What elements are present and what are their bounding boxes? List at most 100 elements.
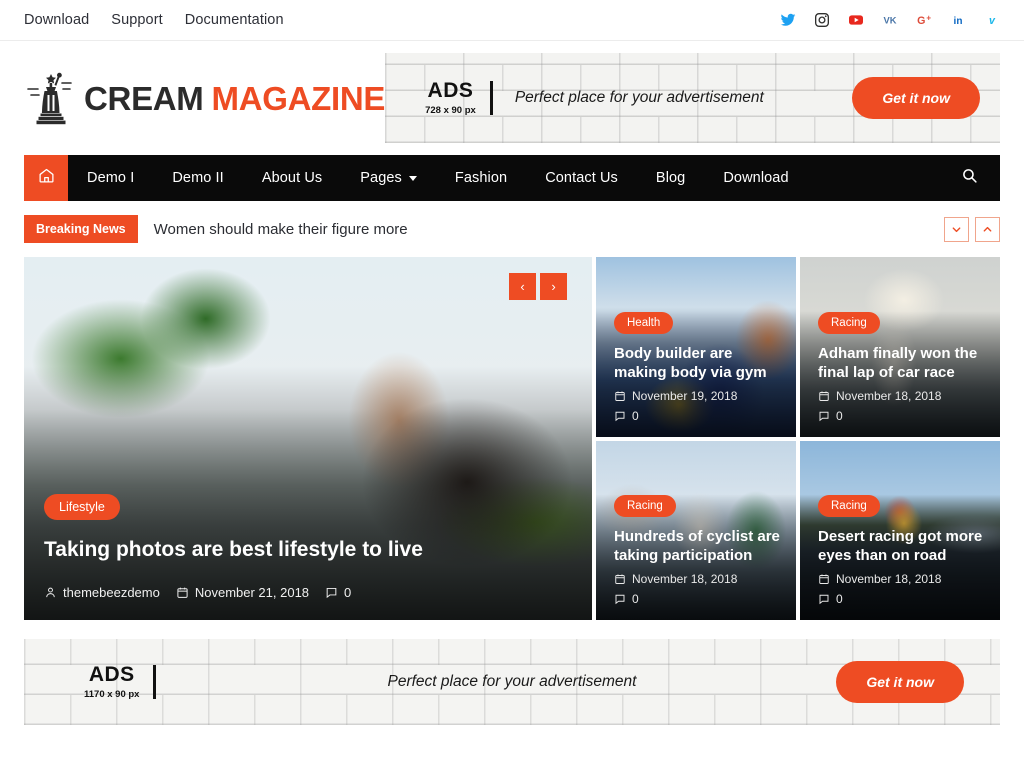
post-card[interactable]: Racing Hundreds of cyclist are taking pa…: [596, 440, 796, 620]
hero-post-meta: themebeezdemo November 21, 2018 0: [44, 585, 351, 600]
ad-tagline: Perfect place for your advertisement: [514, 89, 764, 106]
ad-size-badge: ADS 728 x 90 px: [425, 80, 476, 116]
ad-cta-button[interactable]: Get it now: [836, 661, 964, 703]
post-card-comment-count: 0: [632, 408, 639, 423]
nav-item-contact-us[interactable]: Contact Us: [526, 155, 637, 201]
nav-item-label: Fashion: [454, 170, 508, 186]
breaking-news-prev-button[interactable]: [944, 216, 969, 242]
svg-text:in: in: [954, 16, 963, 27]
nav-item-about-us[interactable]: About Us: [243, 155, 341, 201]
ad-divider: [489, 81, 493, 115]
google-plus-icon[interactable]: G +: [916, 12, 932, 28]
hero-date-text: November 21, 2018: [194, 585, 310, 600]
instagram-icon[interactable]: [814, 12, 830, 28]
side-cards-column: Health Body builder are making body via …: [596, 257, 1000, 620]
breaking-news-headline[interactable]: Women should make their figure more: [154, 221, 408, 238]
post-card-comments: 0: [818, 592, 941, 606]
post-card-category[interactable]: Health: [614, 311, 674, 334]
nav-item-label: Contact Us: [545, 170, 618, 186]
ad-cta-button[interactable]: Get it now: [852, 77, 980, 119]
ad-dimensions: 728 x 90 px: [425, 105, 476, 116]
post-card-date-text: November 18, 2018: [836, 572, 942, 586]
nav-item-label: About Us: [261, 170, 323, 186]
hero-author-name: themebeezdemo: [63, 585, 160, 600]
calendar-icon: [615, 574, 625, 584]
hero-post-title[interactable]: Taking photos are best lifestyle to live: [44, 538, 423, 562]
svg-text:v: v: [989, 15, 996, 27]
side-cards-row-top: Health Body builder are making body via …: [596, 257, 1000, 437]
post-card[interactable]: Racing Desert racing got more eyes than …: [800, 440, 1000, 620]
featured-posts-grid: ‹ › Lifestyle Taking photos are best lif…: [24, 257, 1000, 620]
home-icon: [38, 167, 55, 189]
vimeo-icon[interactable]: v: [984, 12, 1000, 28]
top-bar: Download Support Documentation VK G+ in: [0, 0, 1024, 41]
nav-item-pages[interactable]: Pages: [341, 155, 436, 201]
nav-item-label: Demo I: [87, 170, 135, 186]
calendar-icon: [177, 587, 188, 598]
side-cards-row-bottom: Racing Hundreds of cyclist are taking pa…: [596, 440, 1000, 620]
post-card-category[interactable]: Racing: [818, 311, 880, 334]
ad-label: ADS: [88, 663, 135, 686]
post-card-title[interactable]: Hundreds of cyclist are taking participa…: [614, 528, 780, 566]
comment-icon: [326, 587, 337, 599]
nav-item-blog[interactable]: Blog: [637, 155, 704, 201]
post-card-comments: 0: [614, 409, 737, 423]
site-logo[interactable]: CREAM MAGAZINE: [24, 67, 385, 129]
ad-banner-top[interactable]: ADS 728 x 90 px Perfect place for your a…: [385, 53, 1000, 143]
nav-item-label: Blog: [655, 170, 686, 186]
hero-comments: 0: [325, 585, 351, 600]
ad-banner-bottom[interactable]: ADS 1170 x 90 px Perfect place for your …: [24, 639, 1000, 725]
hero-post-card[interactable]: ‹ › Lifestyle Taking photos are best lif…: [24, 257, 592, 620]
hero-category-badge[interactable]: Lifestyle: [44, 494, 120, 520]
breaking-news-next-button[interactable]: [975, 216, 1000, 242]
logo-text-primary: CREAM: [84, 79, 204, 117]
statue-of-liberty-icon: [24, 67, 78, 129]
hero-next-button[interactable]: ›: [540, 273, 567, 300]
nav-item-demo-i[interactable]: Demo I: [68, 155, 153, 201]
search-icon: [961, 167, 978, 189]
post-card-comment-count: 0: [836, 408, 843, 423]
hero-prev-button[interactable]: ‹: [509, 273, 536, 300]
nav-item-fashion[interactable]: Fashion: [436, 155, 526, 201]
breaking-news-badge: Breaking News: [24, 215, 138, 243]
site-header: CREAM MAGAZINE ADS 728 x 90 px Perfect pl…: [0, 41, 1024, 155]
breaking-news-controls: [944, 216, 1000, 242]
nav-item-demo-ii[interactable]: Demo II: [153, 155, 242, 201]
topbar-link-support[interactable]: Support: [111, 12, 163, 28]
svg-text:G: G: [917, 15, 925, 27]
post-card[interactable]: Racing Adham finally won the final lap o…: [800, 257, 1000, 437]
post-card-meta: November 18, 2018 0: [818, 389, 941, 423]
chevron-down-icon: [408, 175, 417, 181]
comment-icon: [615, 411, 625, 421]
post-card-date: November 18, 2018: [818, 572, 941, 586]
top-bar-menu: Download Support Documentation: [24, 12, 284, 28]
post-card-comment-count: 0: [632, 592, 639, 606]
page-root: Download Support Documentation VK G+ in: [0, 0, 1024, 768]
post-card-meta: November 18, 2018 0: [818, 572, 941, 606]
nav-search-button[interactable]: [939, 155, 1000, 201]
topbar-link-download[interactable]: Download: [24, 12, 89, 28]
main-nav-wrapper: Demo I Demo II About Us Pages Fashion Co…: [0, 155, 1024, 201]
calendar-icon: [615, 391, 625, 401]
post-card-title[interactable]: Desert racing got more eyes than on road: [818, 528, 984, 566]
post-card[interactable]: Health Body builder are making body via …: [596, 257, 796, 437]
nav-home-button[interactable]: [24, 155, 68, 201]
youtube-icon[interactable]: [848, 12, 864, 28]
nav-item-label: Download: [723, 170, 789, 186]
ad-tagline: Perfect place for your advertisement: [387, 673, 637, 690]
post-card-date: November 18, 2018: [818, 389, 941, 403]
breaking-news-bar: Breaking News Women should make their fi…: [24, 201, 1000, 257]
nav-item-download[interactable]: Download: [704, 155, 807, 201]
twitter-icon[interactable]: [780, 12, 796, 28]
topbar-link-documentation[interactable]: Documentation: [185, 12, 284, 28]
linkedin-icon[interactable]: in: [950, 12, 966, 28]
post-card-meta: November 19, 2018 0: [614, 389, 737, 423]
post-card-category[interactable]: Racing: [614, 495, 676, 517]
vk-icon[interactable]: VK: [882, 12, 898, 28]
post-card-title[interactable]: Body builder are making body via gym: [614, 345, 780, 383]
post-card-category[interactable]: Racing: [818, 495, 880, 517]
nav-items: Demo I Demo II About Us Pages Fashion Co…: [68, 155, 808, 201]
social-links: VK G + in v: [780, 12, 1000, 28]
post-card-comment-count: 0: [836, 592, 843, 606]
post-card-title[interactable]: Adham finally won the final lap of car r…: [818, 345, 984, 383]
